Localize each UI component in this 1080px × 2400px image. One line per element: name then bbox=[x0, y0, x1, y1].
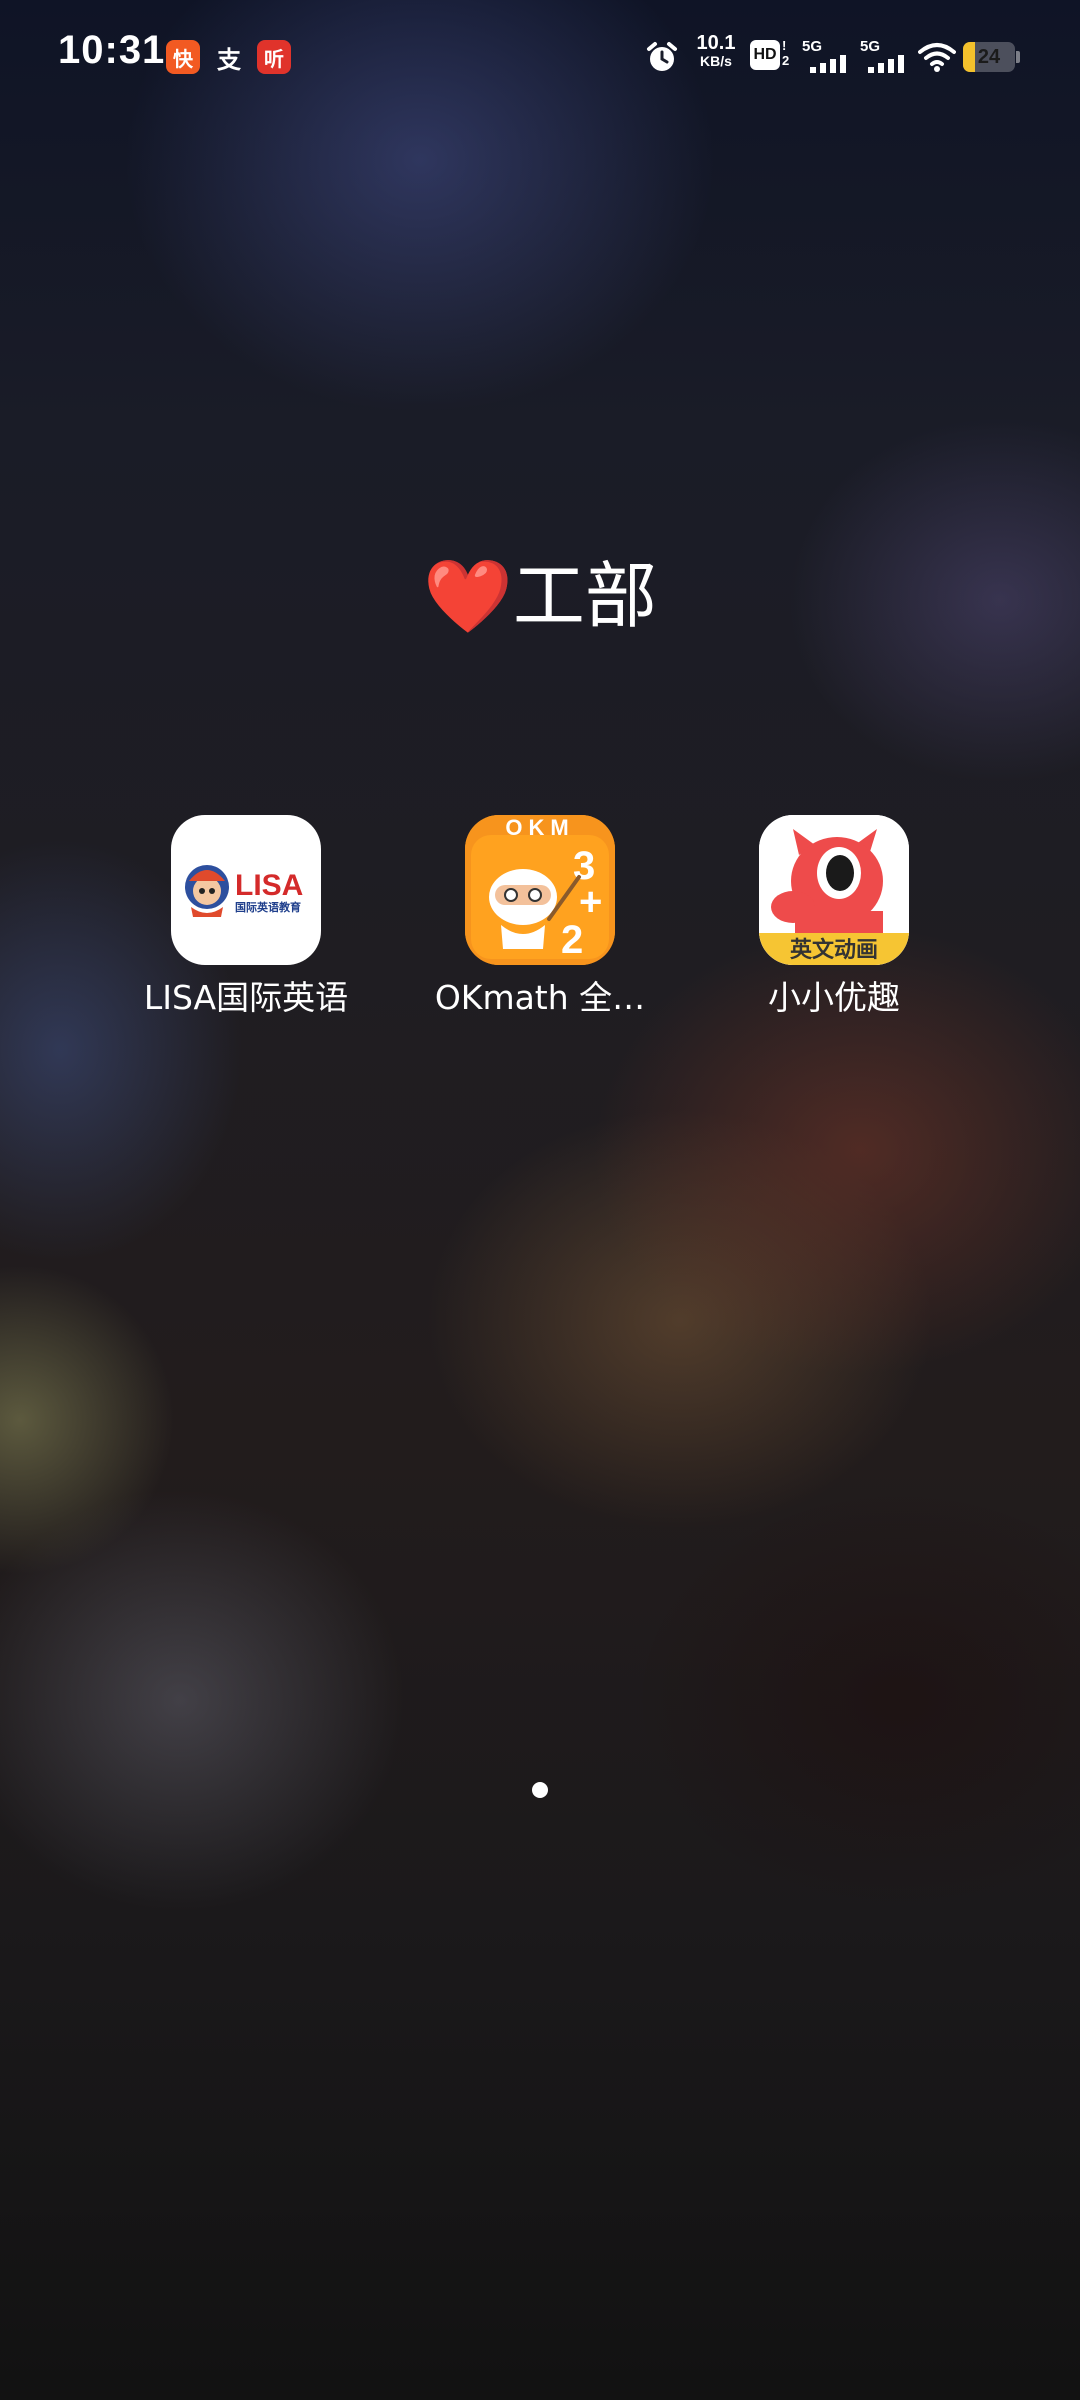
app-okmath[interactable]: OKM 3 + 2 OKmath 全… bbox=[420, 815, 660, 1021]
xiaoxiaoyouqu-icon[interactable]: 英文动画 bbox=[759, 815, 909, 965]
hd-label: HD bbox=[753, 46, 777, 63]
battery-icon: 24 bbox=[963, 42, 1015, 72]
alipay-glyph: 支 bbox=[217, 46, 241, 74]
lisa-logo-subtext: 国际英语教育 bbox=[235, 900, 301, 914]
app-label-okmath: OKmath 全… bbox=[434, 978, 646, 1017]
kuaishou-icon: 快 bbox=[166, 40, 200, 74]
lisa-icon[interactable]: LISA 国际英语教育 bbox=[171, 815, 321, 965]
net-speed: 10.1 KB/s bbox=[690, 32, 742, 70]
alarm-clock-icon bbox=[647, 42, 677, 71]
youqu-icon-art: 英文动画 bbox=[759, 815, 909, 965]
app-xiaoxiaoyouqu[interactable]: 英文动画 小小优趣 bbox=[714, 815, 954, 1021]
okmath-icon[interactable]: OKM 3 + 2 bbox=[465, 815, 615, 965]
ting-listen-icon: 听 bbox=[257, 40, 291, 74]
folder-title[interactable]: ❤️工部 bbox=[0, 548, 1080, 644]
sim1-network-label: 5G bbox=[802, 38, 823, 55]
ting-glyph: 听 bbox=[264, 48, 284, 71]
okmath-icon-art: OKM 3 + 2 bbox=[465, 815, 615, 965]
sim2-signal-icon bbox=[868, 55, 904, 73]
net-speed-unit: KB/s bbox=[700, 53, 732, 69]
page-indicator-dot bbox=[532, 1782, 548, 1798]
alipay-icon: 支 bbox=[212, 40, 246, 74]
folder-title-text: 工部 bbox=[512, 554, 657, 638]
hd-voice-icon: HD bbox=[750, 40, 780, 70]
kuaishou-glyph: 快 bbox=[173, 48, 193, 71]
app-label-lisa: LISA国际英语 bbox=[143, 978, 349, 1017]
app-lisa[interactable]: LISA 国际英语教育 LISA国际英语 bbox=[126, 815, 366, 1021]
lisa-icon-art: LISA 国际英语教育 bbox=[185, 865, 303, 917]
sim2-network-label: 5G bbox=[860, 38, 881, 55]
lisa-logo-text: LISA bbox=[235, 869, 303, 902]
battery-tip bbox=[1016, 51, 1020, 63]
youqu-banner-text: 英文动画 bbox=[790, 937, 878, 963]
wifi-icon bbox=[918, 43, 956, 72]
heart-emoji-icon: ❤️ bbox=[423, 554, 513, 638]
sim1-signal-icon bbox=[810, 55, 846, 73]
battery-level-text: 24 bbox=[977, 45, 1001, 68]
okm-logo-text: OKM bbox=[505, 815, 574, 840]
status-bar: 10:31 快 支 听 10.1 KB/s HD ! 2 5G 5G 24 bbox=[0, 0, 1080, 116]
net-speed-value: 10.1 bbox=[696, 32, 736, 54]
hd-sim-marks: ! 2 bbox=[782, 38, 790, 68]
clock: 10:31 bbox=[58, 28, 166, 72]
svg-text:2: 2 bbox=[561, 918, 583, 962]
app-label-xiaoxiaoyouqu: 小小优趣 bbox=[768, 978, 900, 1017]
